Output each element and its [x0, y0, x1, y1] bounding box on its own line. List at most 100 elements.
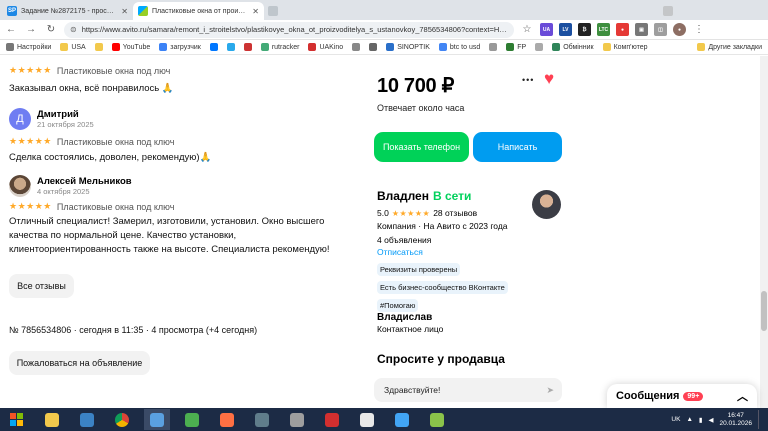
bookmark-youtube[interactable]: YouTube — [111, 43, 150, 51]
sp-favicon-icon: SP — [7, 6, 17, 16]
bookmark-rutracker[interactable]: rutracker — [260, 43, 299, 51]
seller-name[interactable]: Владлен — [377, 189, 429, 203]
app-icon[interactable] — [179, 409, 205, 430]
extension-icon[interactable]: LV — [559, 23, 572, 36]
menu-kebab-icon[interactable]: ⋮ — [692, 23, 706, 37]
back-icon[interactable]: ← — [4, 23, 18, 37]
youtube-icon — [111, 43, 120, 51]
browser-tab[interactable] — [264, 2, 284, 20]
media-player-icon[interactable] — [214, 409, 240, 430]
network-icon[interactable]: ▮ — [699, 416, 703, 424]
seller-rating-stars: ★★★★★ — [391, 208, 431, 218]
exchange-icon — [552, 43, 561, 51]
file-explorer-icon[interactable] — [39, 409, 65, 430]
seller-avatar[interactable] — [532, 190, 561, 219]
extension-icon[interactable]: UA — [540, 23, 553, 36]
seller-ads-count[interactable]: 4 объявления — [377, 235, 567, 245]
app-icon[interactable] — [284, 409, 310, 430]
taskbar: UK ▲ ▮ ◀ 16:47 20.01.2026 — [0, 408, 768, 431]
bookmark-btc[interactable]: btc to usd — [438, 43, 480, 51]
weather-icon — [386, 43, 395, 51]
close-tab-icon[interactable]: ✕ — [252, 7, 259, 16]
review-service: Пластиковые окна под люч — [56, 65, 171, 76]
badge-help: #Помогаю — [377, 299, 419, 312]
extension-icon[interactable]: ▣ — [635, 23, 648, 36]
browser-tab-active[interactable]: Пластиковые окна от производ ✕ — [133, 2, 264, 20]
aida64-icon[interactable] — [319, 409, 345, 430]
app-icon[interactable] — [389, 409, 415, 430]
bookmark-folder[interactable] — [369, 43, 378, 51]
more-options-icon[interactable]: ••• — [522, 75, 534, 85]
page-scrollbar[interactable] — [760, 56, 768, 408]
bookmark-usa[interactable]: USA — [60, 43, 86, 51]
bookmark-fp[interactable]: FP — [506, 43, 526, 51]
unsubscribe-link[interactable]: Отписаться — [377, 247, 567, 257]
heart-icon[interactable]: ♥ — [544, 70, 554, 87]
send-icon[interactable]: ➤ — [546, 385, 554, 396]
browser-tab[interactable]: SP Задание №2872175 - просмотр з ✕ — [2, 2, 133, 20]
bookmark-other[interactable]: Другие закладки — [697, 43, 762, 51]
bookmark-folder[interactable] — [535, 43, 544, 51]
extension-icon[interactable]: ◫ — [654, 23, 667, 36]
bookmark-uakino[interactable]: UAKino — [308, 43, 343, 51]
bookmark-telegram[interactable] — [226, 43, 235, 51]
extension-icon[interactable]: ₿ — [578, 23, 591, 36]
complain-button[interactable]: Пожаловаться на объявление — [9, 351, 150, 375]
bookmark-sinoptik[interactable]: SINOPTIK — [386, 43, 430, 51]
chrome-icon[interactable] — [109, 409, 135, 430]
download-icon — [159, 43, 168, 51]
browser-tab[interactable] — [658, 2, 768, 20]
google-icon — [438, 43, 447, 51]
clock[interactable]: 16:47 20.01.2026 — [719, 412, 752, 428]
notifications-icon[interactable] — [758, 410, 764, 429]
app-icon[interactable] — [354, 409, 380, 430]
reviewer-name: Дмитрий — [37, 109, 79, 120]
extension-icon[interactable]: LTC — [597, 23, 610, 36]
review-text: Отличный специалист! Замерил, изготовили… — [9, 216, 330, 255]
avatar — [9, 175, 31, 197]
remote-desktop-icon[interactable] — [144, 409, 170, 430]
badge-verified: Реквизиты проверены — [377, 263, 461, 276]
reload-icon[interactable]: ↻ — [44, 23, 58, 37]
bookmark-folder[interactable] — [94, 43, 103, 51]
url-input[interactable]: ⊜ https://www.avito.ru/samara/remont_i_s… — [64, 21, 514, 38]
bookmark-downloader[interactable]: загрузчик — [159, 43, 201, 51]
language-indicator[interactable]: UK — [671, 416, 680, 423]
tray-arrow-icon[interactable]: ▲ — [686, 416, 692, 423]
gear-icon — [6, 43, 14, 51]
write-message-button[interactable]: Написать — [473, 132, 562, 162]
close-tab-icon[interactable]: ✕ — [121, 7, 128, 16]
shield-app-icon[interactable] — [74, 409, 100, 430]
app-icon[interactable] — [249, 409, 275, 430]
bookmark-settings[interactable]: Настройки — [6, 43, 51, 51]
bookmark-link[interactable] — [489, 43, 498, 51]
ask-seller-input[interactable]: Здравствуйте! ➤ — [374, 378, 562, 402]
scrollbar-thumb[interactable] — [761, 291, 767, 331]
telegram-icon — [226, 43, 235, 51]
show-phone-button[interactable]: Показать телефон — [374, 132, 469, 162]
clock-time: 16:47 — [727, 411, 744, 419]
site-info-icon[interactable]: ⊜ — [70, 25, 77, 34]
bookmark-vk[interactable] — [209, 43, 218, 51]
seller-reviews-count[interactable]: 28 отзывов — [433, 208, 477, 218]
rating-stars: ★★★★★ — [9, 201, 52, 211]
page-content: ★★★★★ Пластиковые окна под люч Заказывал… — [0, 56, 760, 408]
volume-icon[interactable]: ◀ — [708, 416, 713, 424]
app-icon[interactable] — [424, 409, 450, 430]
bookmark-exchanger[interactable]: Обмінник — [552, 43, 594, 51]
bookmark-mail[interactable] — [243, 43, 252, 51]
bookmark-star-icon[interactable]: ☆ — [520, 23, 534, 37]
start-button-icon[interactable] — [4, 409, 30, 430]
extension-icon[interactable]: ● — [616, 23, 629, 36]
page-favicon-icon — [268, 6, 278, 16]
bookmark-computer[interactable]: Комп'ютер — [602, 43, 647, 51]
chevron-up-icon[interactable]: ︿ — [737, 388, 748, 404]
forward-icon[interactable]: → — [24, 23, 38, 37]
all-reviews-button[interactable]: Все отзывы — [9, 274, 74, 298]
contact-name: Владислав — [377, 312, 433, 323]
price: 10 700 ₽ — [377, 75, 455, 97]
profile-icon[interactable]: ● — [673, 23, 686, 36]
review-date: 21 октября 2025 — [37, 120, 94, 129]
messages-widget[interactable]: Сообщения 99+ ︿ — [607, 384, 757, 408]
bookmark-folder[interactable] — [352, 43, 361, 51]
